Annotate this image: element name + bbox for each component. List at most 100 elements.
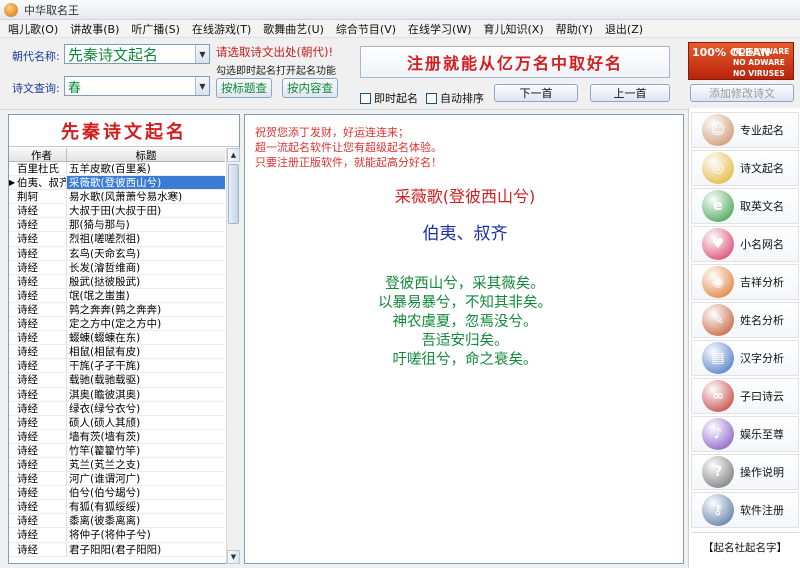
- sidebar-item-10[interactable]: ⚷ 软件注册: [691, 492, 799, 528]
- sidebar-item-label: 汉字分析: [740, 352, 784, 365]
- menu-item-learning[interactable]: 在线学习(W): [408, 21, 471, 37]
- row-indicator: [9, 543, 17, 556]
- table-row[interactable]: 诗经 长发(濬哲维商): [9, 260, 225, 275]
- row-indicator: [9, 402, 17, 415]
- table-row[interactable]: 诗经 君子阳阳(君子阳阳): [9, 542, 225, 557]
- knot-icon: ∞: [702, 380, 734, 412]
- table-row[interactable]: ▶ 伯夷、叔齐 采薇歌(登彼西山兮): [9, 176, 225, 191]
- table-row[interactable]: 百里杜氏 五羊皮歌(百里奚): [9, 162, 225, 177]
- instant-naming-checkbox[interactable]: 即时起名: [360, 90, 418, 106]
- sidebar-item-2[interactable]: e 取英文名: [691, 188, 799, 224]
- table-row[interactable]: 诗经 黍离(彼黍离离): [9, 514, 225, 529]
- table-row[interactable]: 荆轲 易水歌(风萧萧兮易水寒): [9, 190, 225, 205]
- query-select[interactable]: 春 ▼: [64, 76, 210, 96]
- row-title: 氓(氓之蚩蚩): [69, 289, 130, 302]
- chevron-down-icon[interactable]: ▼: [195, 77, 209, 95]
- row-author: 诗经: [17, 387, 67, 401]
- column-author[interactable]: 作者: [9, 148, 67, 162]
- books-icon: ▤: [702, 342, 734, 374]
- poem-line: 吾适安归矣。: [421, 333, 509, 349]
- sidebar-item-7[interactable]: ∞ 子曰诗云: [691, 378, 799, 414]
- menu-item-games[interactable]: 在线游戏(T): [192, 21, 251, 37]
- row-author: 诗经: [17, 246, 67, 260]
- table-row[interactable]: 诗经 那(猗与那与): [9, 218, 225, 233]
- scroll-down-icon[interactable]: ▼: [227, 550, 240, 564]
- add-edit-poem-button[interactable]: 添加修改诗文: [690, 84, 794, 102]
- row-title: 伯兮(伯兮朅兮): [69, 487, 141, 500]
- badge-line: NO VIRUSES: [733, 69, 785, 78]
- row-indicator: [9, 204, 17, 217]
- row-title: 河广(谁谓河广): [69, 473, 141, 486]
- next-poem-button[interactable]: 下一首: [494, 84, 578, 102]
- sidebar-item-9[interactable]: ? 操作说明: [691, 454, 799, 490]
- table-row[interactable]: 诗经 玄鸟(天命玄鸟): [9, 246, 225, 261]
- table-row[interactable]: 诗经 竹竿(籊籊竹竿): [9, 443, 225, 458]
- menu-item-stories[interactable]: 讲故事(B): [70, 21, 119, 37]
- row-title: 绿衣(绿兮衣兮): [69, 402, 141, 415]
- app-icon: [4, 2, 18, 17]
- window-title: 中华取名王: [24, 3, 79, 17]
- table-row[interactable]: 诗经 大叔于田(大叔于田): [9, 204, 225, 219]
- person-icon: ☺: [702, 114, 734, 146]
- sidebar-item-3[interactable]: ♥ 小名网名: [691, 226, 799, 262]
- sidebar-item-8[interactable]: ♪ 娱乐至尊: [691, 416, 799, 452]
- sidebar-item-1[interactable]: ◎ 诗文起名: [691, 150, 799, 186]
- register-banner[interactable]: 注册就能从亿万名中取好名: [360, 46, 670, 78]
- row-author: 诗经: [17, 274, 67, 288]
- table-row[interactable]: 诗经 绿衣(绿兮衣兮): [9, 401, 225, 416]
- chevron-down-icon[interactable]: ▼: [195, 45, 209, 63]
- scroll-up-icon[interactable]: ▲: [227, 148, 240, 162]
- sidebar-item-0[interactable]: ☺ 专业起名: [691, 112, 799, 148]
- table-row[interactable]: 诗经 墙有茨(墙有茨): [9, 429, 225, 444]
- prev-poem-button[interactable]: 上一首: [590, 84, 670, 102]
- sidebar-item-label: 诗文起名: [740, 162, 784, 175]
- table-row[interactable]: 诗经 殷武(挞彼殷武): [9, 274, 225, 289]
- table-row[interactable]: 诗经 有狐(有狐绥绥): [9, 500, 225, 515]
- menu-item-help[interactable]: 帮助(Y): [556, 21, 593, 37]
- menu-item-parenting[interactable]: 育儿知识(X): [484, 21, 544, 37]
- table-row[interactable]: 诗经 硕人(硕人其颀): [9, 415, 225, 430]
- table-row[interactable]: 诗经 烈祖(嗟嗟烈祖): [9, 232, 225, 247]
- promo-line: 超一流起名软件让您有超级起名体验。: [255, 141, 442, 154]
- sidebar-item-5[interactable]: ✎ 姓名分析: [691, 302, 799, 338]
- menu-item-programs[interactable]: 综合节目(V): [336, 21, 396, 37]
- menu-item-radio[interactable]: 听广播(S): [131, 21, 180, 37]
- sidebar-item-6[interactable]: ▤ 汉字分析: [691, 340, 799, 376]
- search-by-title-button[interactable]: 按标题查: [216, 78, 272, 98]
- menu-item-opera[interactable]: 歌舞曲艺(U): [263, 21, 324, 37]
- search-by-content-button[interactable]: 按内容查: [282, 78, 338, 98]
- table-row[interactable]: 诗经 伯兮(伯兮朅兮): [9, 486, 225, 501]
- checkbox-box[interactable]: [360, 92, 371, 104]
- table-row[interactable]: 诗经 相鼠(相鼠有皮): [9, 345, 225, 360]
- table-row[interactable]: 诗经 河广(谁谓河广): [9, 472, 225, 487]
- help-icon: ?: [702, 456, 734, 488]
- table-row[interactable]: 诗经 将仲子(将仲子兮): [9, 528, 225, 543]
- table-row[interactable]: 诗经 淇奥(瞻彼淇奥): [9, 387, 225, 402]
- dynasty-select[interactable]: 先秦诗文起名 ▼: [64, 44, 210, 64]
- table-row[interactable]: 诗经 载驰(载驰载驱): [9, 373, 225, 388]
- sidebar-item-label: 取英文名: [740, 200, 784, 213]
- table-row[interactable]: 诗经 芄兰(芄兰之支): [9, 457, 225, 473]
- poem-title: 采薇歌(登彼西山兮): [394, 187, 536, 206]
- checkbox-box[interactable]: [426, 92, 437, 104]
- menu-item-songs[interactable]: 唱儿歌(O): [8, 21, 58, 37]
- sidebar-item-label: 吉祥分析: [740, 276, 784, 289]
- badge-lines: NO SPYWARE NO ADWARE NO VIRUSES: [733, 46, 789, 79]
- column-title[interactable]: 标题: [67, 148, 225, 162]
- scroll-thumb[interactable]: [228, 164, 239, 224]
- row-indicator: [9, 331, 17, 344]
- row-indicator: [9, 190, 17, 203]
- row-indicator: [9, 345, 17, 358]
- sidebar-item-4[interactable]: ◉ 吉祥分析: [691, 264, 799, 300]
- table-row[interactable]: 诗经 氓(氓之蚩蚩): [9, 288, 225, 303]
- row-author: 诗经: [17, 486, 67, 500]
- table-row[interactable]: 诗经 定之方中(定之方中): [9, 317, 225, 332]
- menu-item-exit[interactable]: 退出(Z): [605, 21, 643, 37]
- row-author: 诗经: [17, 401, 67, 415]
- table-row[interactable]: 诗经 蝃蝀(蝃蝀在东): [9, 331, 225, 346]
- table-row[interactable]: 诗经 干旄(孑孑干旄): [9, 359, 225, 374]
- table-row[interactable]: 诗经 鹑之奔奔(鹑之奔奔): [9, 302, 225, 318]
- auto-sort-checkbox[interactable]: 自动排序: [426, 90, 484, 106]
- row-indicator: [9, 317, 17, 330]
- poem-list-scrollbar[interactable]: ▲ ▼: [226, 148, 240, 564]
